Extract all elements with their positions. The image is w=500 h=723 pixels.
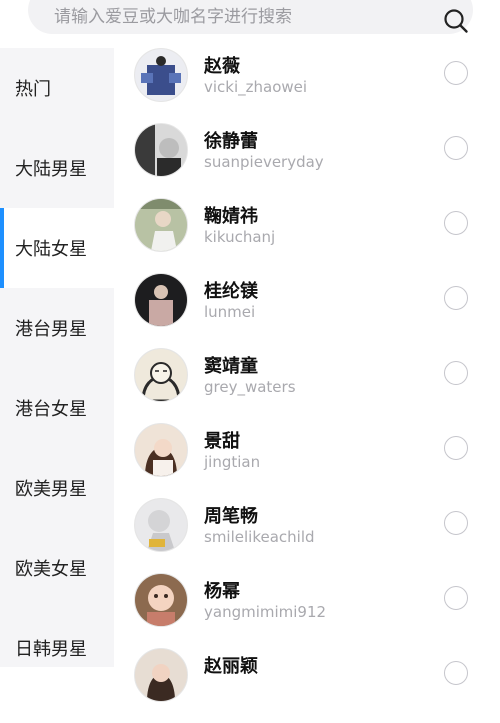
star-name: 周笔畅 bbox=[204, 506, 258, 527]
avatar bbox=[134, 123, 188, 177]
search-bar bbox=[28, 0, 473, 34]
category-label: 欧美男星 bbox=[15, 479, 87, 500]
star-handle: suanpieveryday bbox=[204, 153, 324, 171]
star-name: 赵丽颖 bbox=[204, 656, 258, 677]
list-item[interactable]: 周笔畅 smilelikeachild bbox=[114, 498, 500, 573]
select-radio[interactable] bbox=[444, 436, 468, 460]
star-name: 赵薇 bbox=[204, 56, 240, 77]
avatar bbox=[134, 198, 188, 252]
list-item[interactable]: 景甜 jingtian bbox=[114, 423, 500, 498]
avatar bbox=[134, 48, 188, 102]
avatar bbox=[134, 348, 188, 402]
star-handle: jingtian bbox=[204, 453, 261, 471]
search-icon[interactable] bbox=[443, 8, 469, 34]
list-item[interactable]: 杨幂 yangmimimi912 bbox=[114, 573, 500, 648]
category-item-jpkr-male[interactable]: 日韩男星 bbox=[0, 608, 114, 688]
list-item[interactable]: 赵薇 vicki_zhaowei bbox=[114, 48, 500, 123]
star-handle: lunmei bbox=[204, 303, 256, 321]
select-radio[interactable] bbox=[444, 136, 468, 160]
list-item[interactable]: 窦靖童 grey_waters bbox=[114, 348, 500, 423]
select-radio[interactable] bbox=[444, 211, 468, 235]
select-radio[interactable] bbox=[444, 286, 468, 310]
category-label: 港台男星 bbox=[15, 319, 87, 340]
star-list: 赵薇 vicki_zhaowei 徐静蕾 suanpieveryday 鞠婧祎 … bbox=[114, 48, 500, 702]
star-name: 杨幂 bbox=[204, 581, 240, 602]
category-item-hktw-female[interactable]: 港台女星 bbox=[0, 368, 114, 448]
list-item[interactable]: 鞠婧祎 kikuchanj bbox=[114, 198, 500, 273]
avatar bbox=[134, 498, 188, 552]
category-sidebar: 热门 大陆男星 大陆女星 港台男星 港台女星 欧美男星 欧美女星 日韩男星 bbox=[0, 48, 114, 667]
category-label: 热门 bbox=[15, 79, 51, 100]
avatar bbox=[134, 573, 188, 627]
category-label: 欧美女星 bbox=[15, 559, 87, 580]
star-name: 徐静蕾 bbox=[204, 131, 258, 152]
category-item-mainland-male[interactable]: 大陆男星 bbox=[0, 128, 114, 208]
star-handle: kikuchanj bbox=[204, 228, 276, 246]
category-label: 大陆男星 bbox=[15, 159, 87, 180]
select-radio[interactable] bbox=[444, 361, 468, 385]
category-item-hktw-male[interactable]: 港台男星 bbox=[0, 288, 114, 368]
select-radio[interactable] bbox=[444, 61, 468, 85]
category-item-mainland-female[interactable]: 大陆女星 bbox=[0, 208, 114, 288]
category-label: 大陆女星 bbox=[15, 239, 87, 260]
star-name: 景甜 bbox=[204, 431, 240, 452]
star-handle: vicki_zhaowei bbox=[204, 78, 308, 96]
star-name: 桂纶镁 bbox=[204, 281, 258, 302]
list-item[interactable]: 桂纶镁 lunmei bbox=[114, 273, 500, 348]
list-item[interactable]: 徐静蕾 suanpieveryday bbox=[114, 123, 500, 198]
active-indicator bbox=[0, 208, 4, 288]
category-item-hot[interactable]: 热门 bbox=[0, 48, 114, 128]
select-radio[interactable] bbox=[444, 511, 468, 535]
star-handle: yangmimimi912 bbox=[204, 603, 327, 621]
avatar bbox=[134, 423, 188, 477]
star-handle: grey_waters bbox=[204, 378, 296, 396]
star-handle: smilelikeachild bbox=[204, 528, 315, 546]
list-item[interactable]: 赵丽颖 bbox=[114, 648, 500, 723]
select-radio[interactable] bbox=[444, 661, 468, 685]
category-label: 港台女星 bbox=[15, 399, 87, 420]
select-radio[interactable] bbox=[444, 586, 468, 610]
avatar bbox=[134, 648, 188, 702]
star-name: 鞠婧祎 bbox=[204, 206, 258, 227]
category-label: 日韩男星 bbox=[15, 639, 87, 660]
avatar bbox=[134, 273, 188, 327]
category-item-western-male[interactable]: 欧美男星 bbox=[0, 448, 114, 528]
search-input[interactable] bbox=[52, 0, 416, 34]
star-name: 窦靖童 bbox=[204, 356, 258, 377]
category-item-western-female[interactable]: 欧美女星 bbox=[0, 528, 114, 608]
